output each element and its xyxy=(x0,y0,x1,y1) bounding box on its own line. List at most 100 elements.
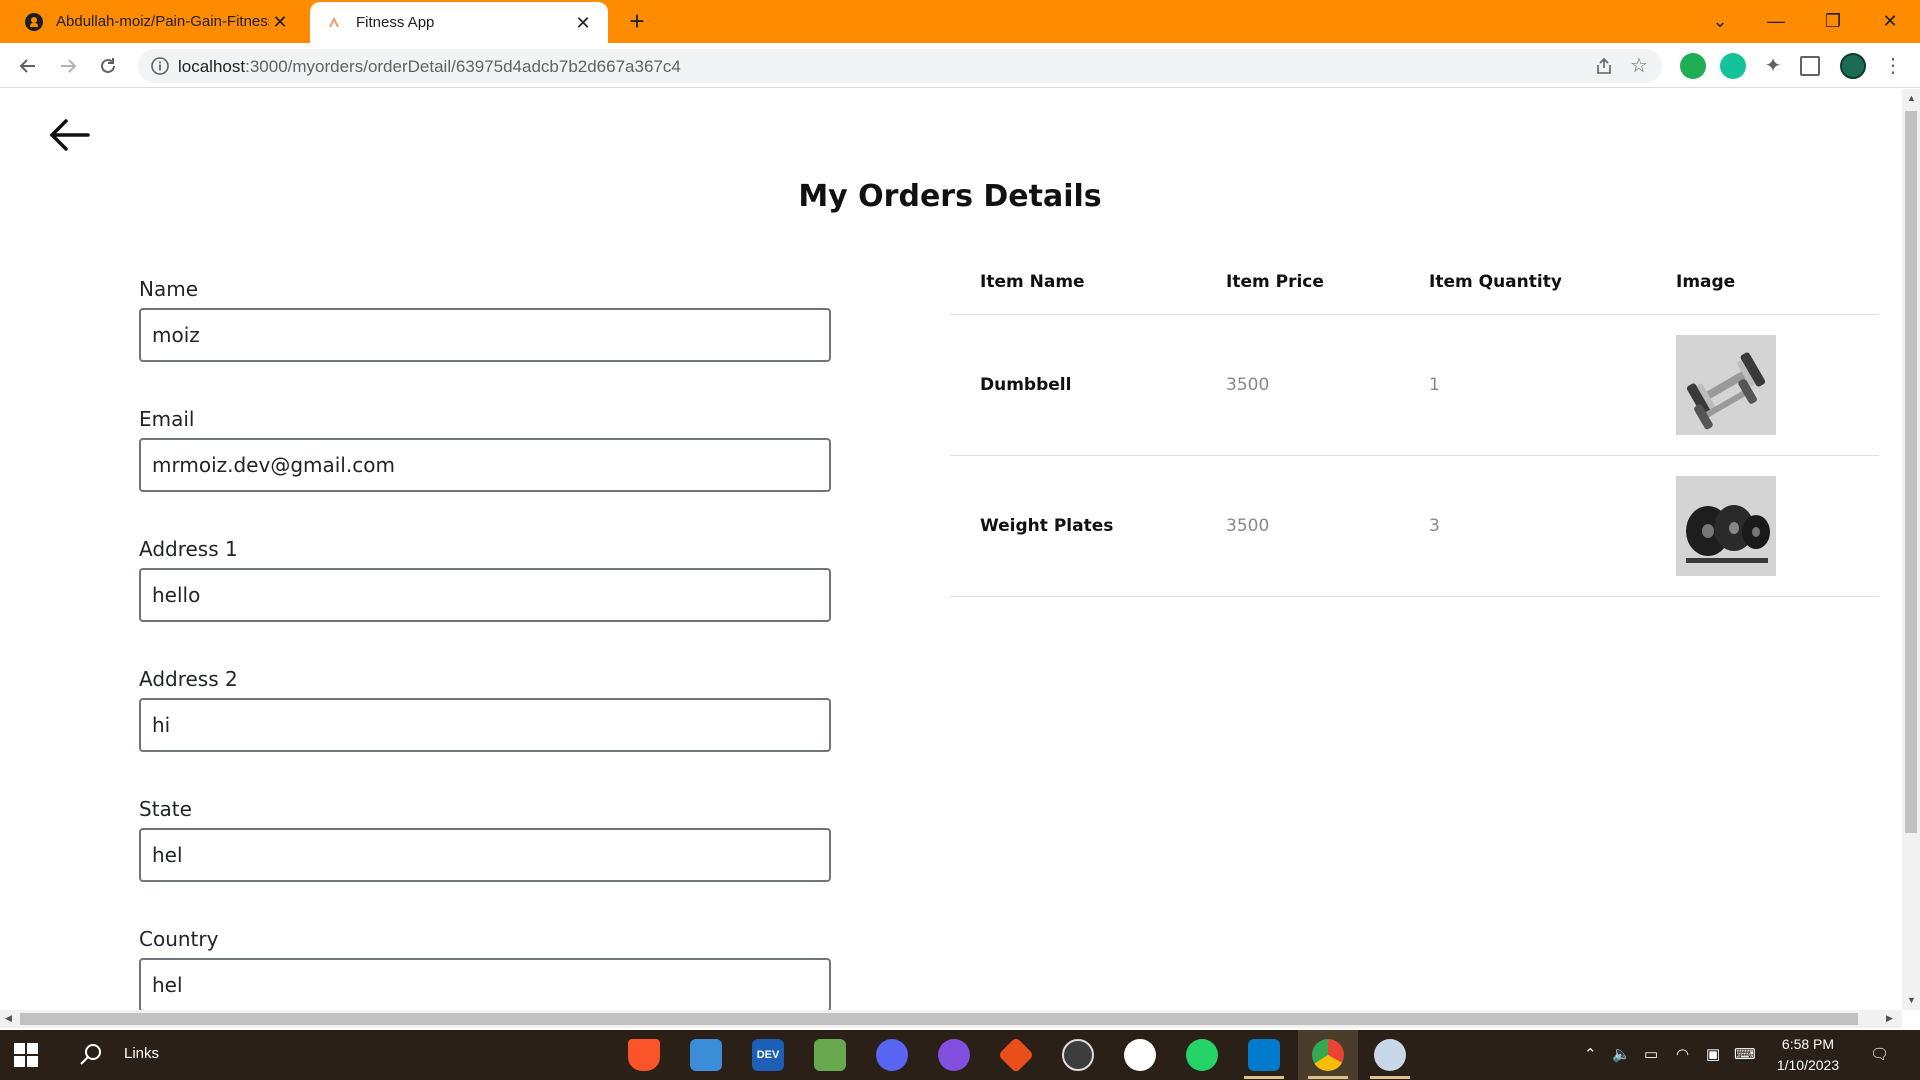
meet-now-icon[interactable]: ▣ xyxy=(1706,1045,1720,1063)
email-field[interactable] xyxy=(139,438,831,492)
tab-search-chevron-icon[interactable]: ⌄ xyxy=(1700,6,1740,36)
tray-chevron-icon[interactable]: ⌃ xyxy=(1584,1045,1597,1063)
close-icon[interactable]: ✕ xyxy=(269,11,291,33)
clock-date: 1/10/2023 xyxy=(1776,1057,1840,1073)
table-header-row: Item Name Item Price Item Quantity Image xyxy=(950,251,1879,315)
scroll-down-arrow-icon[interactable]: ▼ xyxy=(1907,995,1916,1005)
horizontal-scroll-thumb[interactable] xyxy=(20,1013,1858,1025)
address1-label: Address 1 xyxy=(139,537,238,561)
wifi-icon[interactable]: ◠ xyxy=(1676,1045,1689,1063)
order-items-table: Item Name Item Price Item Quantity Image… xyxy=(950,251,1879,597)
app-favicon-icon xyxy=(324,13,344,33)
keyboard-icon[interactable]: ⌨ xyxy=(1734,1045,1756,1063)
cube-app-icon[interactable] xyxy=(814,1039,846,1071)
name-field-group: Name xyxy=(139,277,831,362)
address2-field[interactable] xyxy=(139,698,831,752)
vertical-scroll-thumb[interactable] xyxy=(1905,111,1917,833)
weight-plates-image xyxy=(1676,475,1776,576)
item-image-cell xyxy=(1646,455,1879,597)
taskbar-search-label[interactable]: Links xyxy=(124,1045,159,1062)
item-image-cell xyxy=(1646,314,1879,456)
extension-green-icon[interactable] xyxy=(1680,53,1706,79)
country-field-group: Country xyxy=(139,927,831,1010)
dumbbell-image xyxy=(1676,334,1776,435)
address1-field-group: Address 1 xyxy=(139,537,831,622)
vscode-running-indicator xyxy=(1244,1076,1284,1079)
item-name-cell: Dumbbell xyxy=(950,314,1196,456)
name-field[interactable] xyxy=(139,308,831,362)
search-icon[interactable] xyxy=(78,1042,104,1068)
back-nav-icon[interactable] xyxy=(12,50,44,82)
chrome-icon[interactable] xyxy=(1312,1039,1344,1071)
vertical-scrollbar[interactable]: ▲ ▼ xyxy=(1902,89,1920,1010)
notifications-icon[interactable]: 🗨 xyxy=(1870,1045,1889,1063)
tab-fitness-app[interactable]: Fitness App ✕ xyxy=(310,2,608,43)
tab-fitness-app-title: Fitness App xyxy=(356,14,435,31)
bookmark-star-icon[interactable]: ☆ xyxy=(1630,55,1652,77)
avatar[interactable] xyxy=(1840,53,1866,79)
share-icon[interactable] xyxy=(1594,56,1614,76)
mongodb-compass-icon[interactable] xyxy=(1124,1039,1156,1071)
windows-taskbar: Links DEV ⌃ 🔈 ▭ ◠ ▣ ⌨ 6:58 PM 1/10/2023 … xyxy=(0,1030,1920,1080)
restore-icon[interactable]: ❐ xyxy=(1813,6,1853,36)
reload-icon[interactable] xyxy=(92,50,124,82)
back-arrow-icon[interactable] xyxy=(46,115,94,155)
address1-field[interactable] xyxy=(139,568,831,622)
address-bar[interactable]: localhost:3000/myorders/orderDetail/6397… xyxy=(138,49,1662,83)
item-quantity-cell: 3 xyxy=(1399,455,1646,597)
page-title: My Orders Details xyxy=(798,179,1102,214)
col-item-quantity: Item Quantity xyxy=(1399,251,1646,315)
devcx-icon[interactable]: DEV xyxy=(752,1039,784,1071)
discord-icon[interactable] xyxy=(876,1039,908,1071)
page-content: My Orders Details Name Email Address 1 A… xyxy=(0,89,1902,1010)
name-label: Name xyxy=(139,277,199,301)
brave-browser-icon[interactable] xyxy=(628,1039,660,1071)
state-field[interactable] xyxy=(139,828,831,882)
item-name-cell: Weight Plates xyxy=(950,455,1196,597)
table-row: Dumbbell 3500 1 xyxy=(950,314,1879,456)
clock-time: 6:58 PM xyxy=(1781,1036,1835,1052)
tab-github[interactable]: Abdullah-moiz/Pain-Gain-Fitness ✕ xyxy=(10,0,305,43)
menu-kebab-icon[interactable]: ⋮ xyxy=(1880,53,1906,79)
close-window-icon[interactable]: ✕ xyxy=(1870,6,1910,36)
item-price-cell: 3500 xyxy=(1196,455,1399,597)
scroll-up-arrow-icon[interactable]: ▲ xyxy=(1907,93,1916,103)
paint-running-indicator xyxy=(1370,1076,1410,1079)
side-panel-icon[interactable] xyxy=(1800,56,1820,76)
obs-icon[interactable] xyxy=(1062,1039,1094,1071)
address2-field-group: Address 2 xyxy=(139,667,831,752)
file-explorer-icon[interactable] xyxy=(690,1039,722,1071)
vscode-icon[interactable] xyxy=(1248,1039,1280,1071)
address2-label: Address 2 xyxy=(139,667,238,691)
github-desktop-icon[interactable] xyxy=(938,1039,970,1071)
paint-icon[interactable] xyxy=(1374,1039,1406,1071)
table-row: Weight Plates 3500 3 xyxy=(950,455,1879,597)
site-info-icon[interactable] xyxy=(150,56,170,76)
chrome-running-indicator xyxy=(1308,1076,1348,1079)
scroll-left-arrow-icon[interactable]: ◀ xyxy=(5,1013,12,1024)
extensions-puzzle-icon[interactable]: ✦ xyxy=(1760,53,1786,79)
item-price-cell: 3500 xyxy=(1196,314,1399,456)
item-quantity-cell: 1 xyxy=(1399,314,1646,456)
forward-nav-icon[interactable] xyxy=(52,50,84,82)
scroll-right-arrow-icon[interactable]: ▶ xyxy=(1886,1013,1893,1024)
close-icon[interactable]: ✕ xyxy=(572,12,594,34)
col-item-price: Item Price xyxy=(1196,251,1399,315)
horizontal-scrollbar[interactable]: ◀ ▶ xyxy=(0,1010,1902,1028)
whatsapp-icon[interactable] xyxy=(1186,1039,1218,1071)
country-field[interactable] xyxy=(139,958,831,1010)
windows-start-icon[interactable] xyxy=(14,1043,38,1067)
git-icon[interactable] xyxy=(997,1036,1035,1074)
minimize-icon[interactable]: — xyxy=(1756,6,1796,36)
grammarly-icon[interactable] xyxy=(1720,53,1746,79)
browser-toolbar: localhost:3000/myorders/orderDetail/6397… xyxy=(0,43,1920,88)
battery-icon[interactable]: ▭ xyxy=(1644,1045,1658,1063)
volume-icon[interactable]: 🔈 xyxy=(1612,1045,1631,1063)
browser-tab-strip: Abdullah-moiz/Pain-Gain-Fitness ✕ Fitnes… xyxy=(0,0,1920,43)
taskbar-clock[interactable]: 6:58 PM 1/10/2023 xyxy=(1768,1034,1848,1076)
new-tab-button[interactable]: + xyxy=(622,6,652,36)
col-item-name: Item Name xyxy=(950,251,1196,315)
url-text: localhost:3000/myorders/orderDetail/6397… xyxy=(178,57,681,77)
email-field-group: Email xyxy=(139,407,831,492)
url-host: localhost xyxy=(178,57,246,76)
